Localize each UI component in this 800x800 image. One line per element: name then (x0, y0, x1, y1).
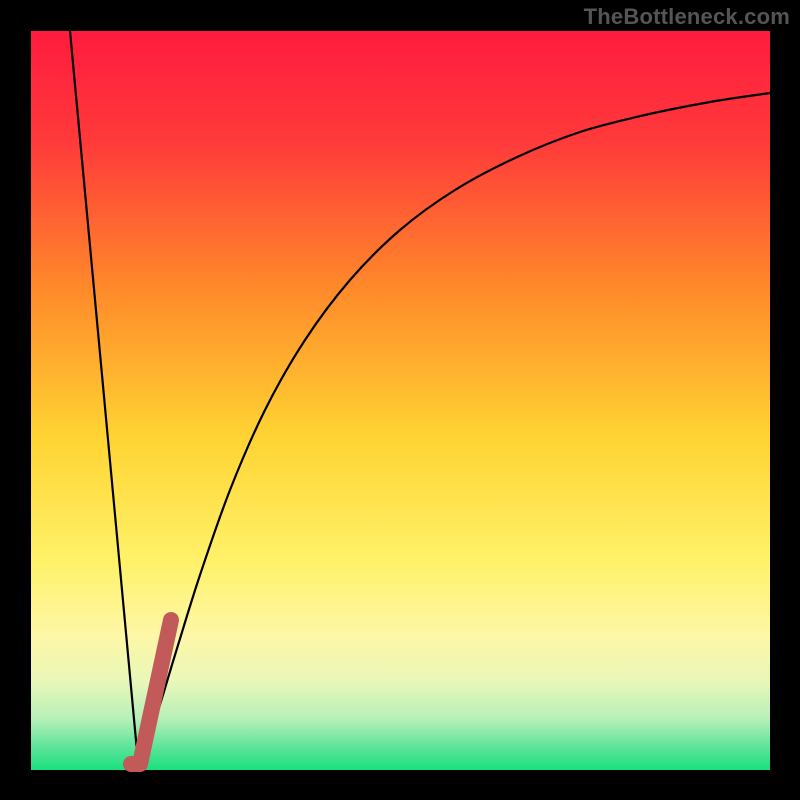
plot-background (31, 31, 770, 770)
watermark-label: TheBottleneck.com (584, 4, 790, 30)
chart-svg (0, 0, 800, 800)
chart-container: { "meta": { "watermark": "TheBottleneck.… (0, 0, 800, 800)
